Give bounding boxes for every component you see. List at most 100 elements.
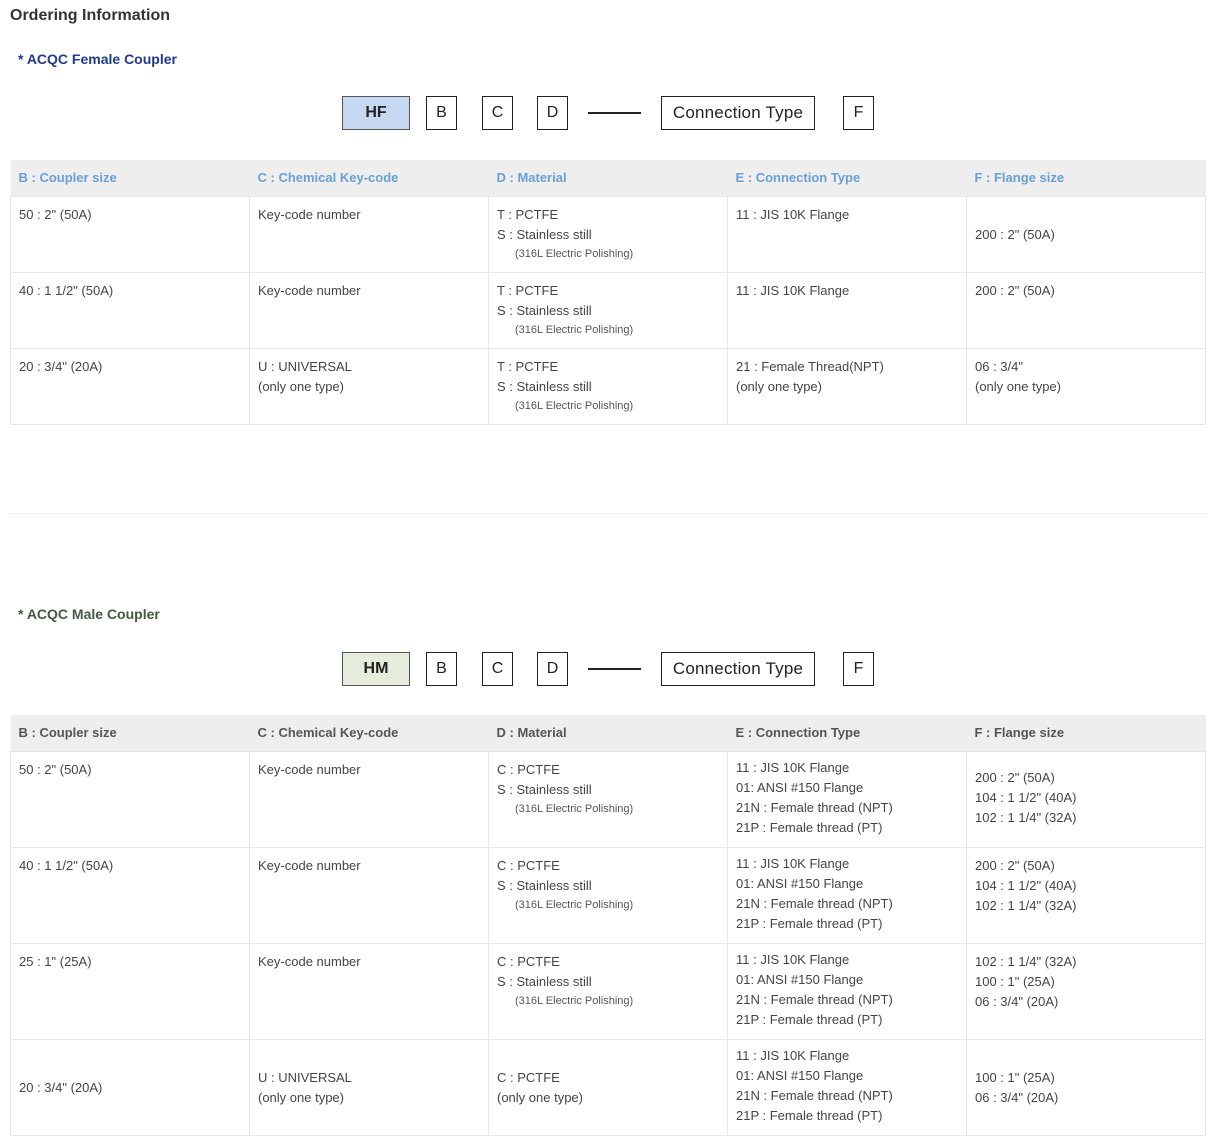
code-dash: [588, 112, 641, 114]
cell-connection-type: 21 : Female Thread(NPT) (only one type): [727, 347, 967, 425]
male-spec-table: B : Coupler size C : Chemical Key-code D :…: [10, 715, 1206, 1136]
cell-line: 11 : JIS 10K Flange: [736, 759, 850, 775]
code-dash: [588, 668, 641, 670]
female-order-code: HF B C D Connection Type F: [0, 96, 1215, 130]
cell-key-code: U : UNIVERSAL (only one type): [249, 1038, 489, 1136]
cell-key-code: Key-code number: [249, 271, 489, 349]
table-row: 20 : 3/4" (20A) U : UNIVERSAL (only one ty…: [10, 347, 1206, 425]
cell-coupler-size: 50 : 2" (50A): [10, 195, 250, 273]
cell-key-code: Key-code number: [249, 942, 489, 1040]
cell-line: 11 : JIS 10K Flange: [736, 951, 850, 967]
cell-line: 20 : 3/4" (20A): [19, 358, 103, 374]
table-row: 20 : 3/4" (20A) U : UNIVERSAL (only one ty…: [10, 1038, 1206, 1136]
cell-line: S : Stainless still: [497, 781, 592, 797]
header-material: D : Material: [488, 160, 728, 196]
cell-line: 06 : 3/4" (20A): [975, 1090, 1059, 1105]
cell-key-code: Key-code number: [249, 846, 489, 944]
cell-connection-type: 11 : JIS 10K Flange 01: ANSI #150 Flange 2…: [727, 942, 967, 1040]
cell-flange-size: 200 : 2" (50A): [966, 271, 1206, 349]
cell-line: 11 : JIS 10K Flange: [736, 282, 850, 298]
cell-line: 21 : Female Thread(NPT): [736, 358, 884, 374]
table-row: 50 : 2" (50A) Key-code number T : PCTFE S :…: [10, 195, 1206, 273]
female-spec-table: B : Coupler size C : Chemical Key-code D :…: [10, 160, 1206, 425]
cell-connection-type: 11 : JIS 10K Flange 01: ANSI #150 Flange 2…: [727, 846, 967, 944]
cell-line: 21N : Female thread (NPT): [736, 1087, 893, 1103]
cell-line: 11 : JIS 10K Flange: [736, 1047, 850, 1063]
header-key-code: C : Chemical Key-code: [249, 160, 489, 196]
code-c: C: [482, 96, 513, 130]
cell-line: 11 : JIS 10K Flange: [736, 855, 850, 871]
cell-line: 50 : 2" (50A): [19, 206, 92, 222]
material-note: (316L Electric Polishing): [515, 898, 634, 911]
cell-line: (only one type): [497, 1090, 583, 1105]
cell-line: 200 : 2" (50A): [975, 282, 1055, 298]
code-b: B: [426, 652, 457, 686]
cell-coupler-size: 40 : 1 1/2" (50A): [10, 271, 250, 349]
cell-line: C : PCTFE: [497, 857, 560, 873]
cell-material: C : PCTFE (only one type): [488, 1038, 728, 1136]
table-row: 50 : 2" (50A) Key-code number C : PCTFE S :…: [10, 750, 1206, 848]
cell-line: 102 : 1 1/4" (32A): [975, 953, 1077, 969]
cell-line: S : Stainless still: [497, 877, 592, 893]
cell-line: S : Stainless still: [497, 302, 592, 318]
cell-material: C : PCTFE S : Stainless still (316L Electr…: [488, 750, 728, 848]
cell-line: (only one type): [258, 378, 344, 394]
cell-line: 104 : 1 1/2" (40A): [975, 789, 1077, 805]
cell-line: 50 : 2" (50A): [19, 761, 92, 777]
cell-flange-size: 200 : 2" (50A) 104 : 1 1/2" (40A) 102 : 1 …: [966, 846, 1206, 944]
cell-coupler-size: 20 : 3/4" (20A): [10, 1038, 250, 1136]
cell-flange-size: 06 : 3/4" (only one type): [966, 347, 1206, 425]
cell-line: U : UNIVERSAL: [258, 1070, 352, 1085]
cell-line: (only one type): [258, 1090, 344, 1105]
cell-line: 40 : 1 1/2" (50A): [19, 857, 114, 873]
cell-key-code: Key-code number: [249, 195, 489, 273]
cell-material: T : PCTFE S : Stainless still (316L Electr…: [488, 347, 728, 425]
cell-line: Key-code number: [258, 953, 361, 969]
cell-line: 100 : 1" (25A): [975, 973, 1055, 989]
code-prefix-hf: HF: [342, 96, 410, 130]
cell-material: C : PCTFE S : Stainless still (316L Electr…: [488, 942, 728, 1040]
cell-line: 21N : Female thread (NPT): [736, 991, 893, 1007]
cell-line: Key-code number: [258, 206, 361, 222]
cell-coupler-size: 20 : 3/4" (20A): [10, 347, 250, 425]
header-material: D : Material: [488, 715, 728, 751]
cell-connection-type: 11 : JIS 10K Flange 01: ANSI #150 Flange 2…: [727, 1038, 967, 1136]
code-prefix-hm: HM: [342, 652, 410, 686]
cell-flange-size: 102 : 1 1/4" (32A) 100 : 1" (25A) 06 : 3/4…: [966, 942, 1206, 1040]
cell-line: 21P : Female thread (PT): [736, 915, 883, 931]
cell-line: T : PCTFE: [497, 206, 559, 222]
cell-line: 200 : 2" (50A): [975, 769, 1055, 785]
material-note: (316L Electric Polishing): [515, 247, 634, 260]
cell-line: U : UNIVERSAL: [258, 358, 352, 374]
cell-coupler-size: 50 : 2" (50A): [10, 750, 250, 848]
cell-line: 01: ANSI #150 Flange: [736, 779, 864, 795]
cell-key-code: U : UNIVERSAL (only one type): [249, 347, 489, 425]
code-f: F: [843, 652, 874, 686]
cell-line: Key-code number: [258, 857, 361, 873]
code-d: D: [537, 652, 568, 686]
cell-line: 01: ANSI #150 Flange: [736, 971, 864, 987]
cell-material: C : PCTFE S : Stainless still (316L Electr…: [488, 846, 728, 944]
header-key-code: C : Chemical Key-code: [249, 715, 489, 751]
cell-line: 40 : 1 1/2" (50A): [19, 282, 114, 298]
code-connection-type: Connection Type: [661, 652, 815, 686]
code-connection-type: Connection Type: [661, 96, 815, 130]
header-coupler-size: B : Coupler size: [10, 160, 250, 196]
male-coupler-title: * ACQC Male Coupler: [18, 606, 160, 622]
cell-line: S : Stainless still: [497, 378, 592, 394]
cell-line: (only one type): [736, 378, 822, 394]
cell-material: T : PCTFE S : Stainless still (316L Electr…: [488, 195, 728, 273]
table-row: 40 : 1 1/2" (50A) Key-code number T : PCTF…: [10, 271, 1206, 349]
cell-flange-size: 200 : 2" (50A) 104 : 1 1/2" (40A) 102 : 1 …: [966, 750, 1206, 848]
header-connection-type: E : Connection Type: [727, 715, 967, 751]
code-b: B: [426, 96, 457, 130]
cell-line: S : Stainless still: [497, 973, 592, 989]
header-connection-type: E : Connection Type: [727, 160, 967, 196]
cell-coupler-size: 40 : 1 1/2" (50A): [10, 846, 250, 944]
cell-line: 21P : Female thread (PT): [736, 1107, 883, 1123]
code-c: C: [482, 652, 513, 686]
cell-connection-type: 11 : JIS 10K Flange 01: ANSI #150 Flange 2…: [727, 750, 967, 848]
cell-line: 06 : 3/4": [975, 358, 1023, 374]
code-d: D: [537, 96, 568, 130]
table-row: 40 : 1 1/2" (50A) Key-code number C : PCTF…: [10, 846, 1206, 944]
